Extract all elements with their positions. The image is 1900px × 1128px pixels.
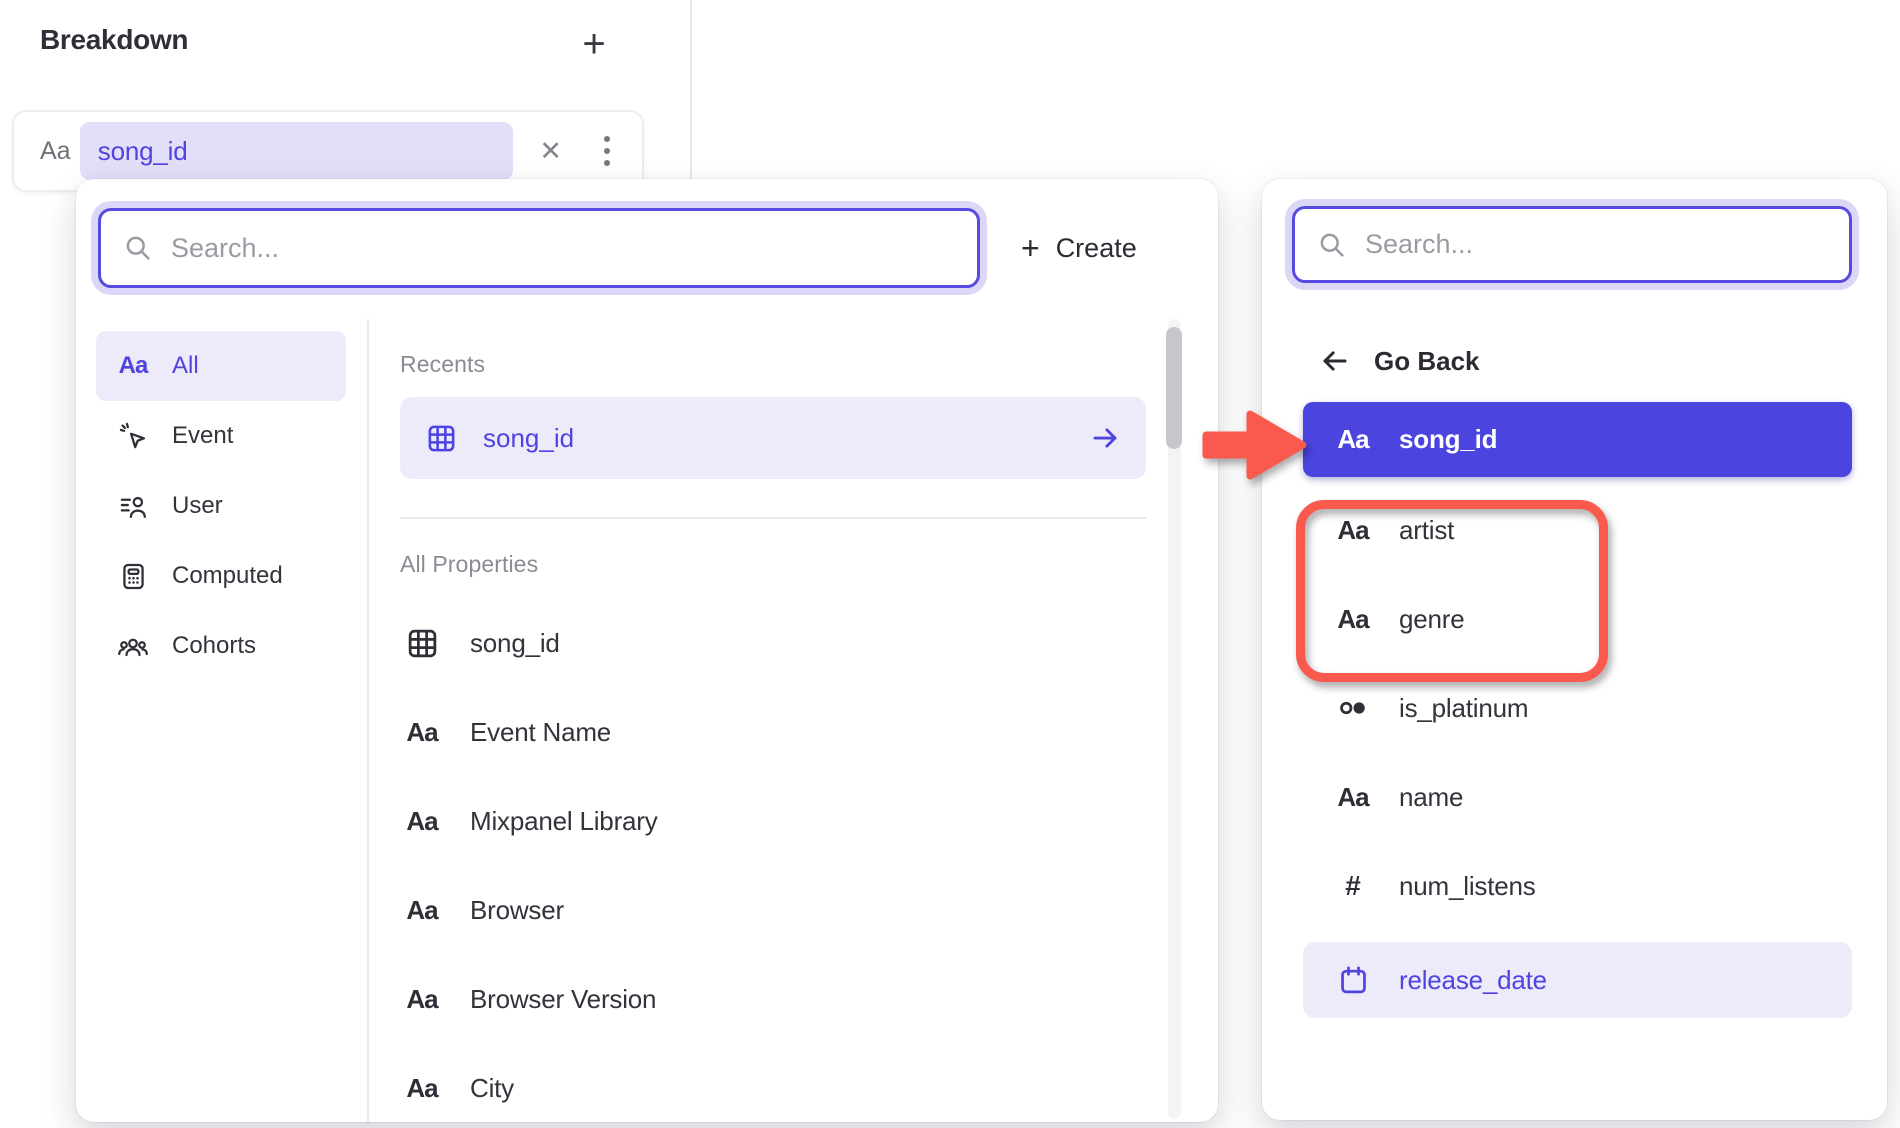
number-icon: # — [1333, 870, 1373, 902]
property-row-event-name[interactable]: Aa Event Name — [400, 688, 1146, 777]
recent-property-song-id[interactable]: song_id — [400, 397, 1146, 479]
remove-breakdown-button[interactable]: ✕ — [539, 136, 562, 167]
event-cursor-icon — [116, 422, 150, 451]
property-value-panel: Go Back Aa song_id Aa artist Aa genre is… — [1262, 179, 1887, 1120]
property-picker-panel: + Create Aa All Event User Computed — [76, 179, 1218, 1122]
text-type-icon: Aa — [400, 895, 444, 926]
category-tab-cohorts[interactable]: Cohorts — [96, 611, 346, 681]
breakdown-section-title: Breakdown — [40, 24, 188, 56]
property-row-browser[interactable]: Aa Browser — [400, 866, 1146, 955]
property-row-city[interactable]: Aa City — [400, 1044, 1146, 1122]
user-icon — [116, 492, 150, 521]
value-row-genre[interactable]: Aa genre — [1303, 584, 1852, 654]
grid-table-icon — [400, 627, 444, 660]
value-row-artist[interactable]: Aa artist — [1303, 495, 1852, 565]
value-row-is-platinum[interactable]: is_platinum — [1303, 673, 1852, 743]
category-content-divider — [367, 319, 369, 1122]
recents-section-header: Recents — [400, 351, 485, 378]
property-search-box — [98, 208, 980, 288]
grid-table-icon — [426, 423, 457, 454]
value-search-box — [1292, 206, 1852, 283]
search-icon — [123, 233, 153, 263]
text-type-icon: Aa — [400, 984, 444, 1015]
calculator-icon — [116, 562, 150, 591]
all-properties-list: song_id Aa Event Name Aa Mixpanel Librar… — [400, 599, 1146, 1122]
plus-icon: + — [1021, 230, 1040, 267]
chip-value-label: song_id — [98, 136, 188, 167]
property-row-mixpanel-library[interactable]: Aa Mixpanel Library — [400, 777, 1146, 866]
arrow-right-icon — [1090, 423, 1120, 453]
value-row-release-date[interactable]: release_date — [1303, 942, 1852, 1018]
go-back-button[interactable]: Go Back — [1320, 333, 1480, 389]
text-type-icon: Aa — [116, 352, 150, 380]
property-row-song-id[interactable]: song_id — [400, 599, 1146, 688]
breakdown-property-picker-screen: { "colors": { "accent": "#4f44e0", "sele… — [0, 0, 1900, 1128]
text-type-icon: Aa — [1333, 604, 1373, 635]
text-type-icon: Aa — [1333, 424, 1373, 455]
text-type-icon: Aa — [1333, 782, 1373, 813]
close-icon: ✕ — [539, 136, 562, 166]
arrow-left-icon — [1320, 346, 1350, 376]
breakdown-options-button[interactable] — [598, 130, 616, 172]
property-search-input[interactable] — [171, 233, 955, 264]
text-type-icon: Aa — [400, 1073, 444, 1104]
category-tab-computed[interactable]: Computed — [96, 541, 346, 611]
add-breakdown-button[interactable]: + — [568, 18, 620, 70]
value-row-song-id-selected[interactable]: Aa song_id — [1303, 402, 1852, 477]
value-search-input[interactable] — [1365, 229, 1827, 260]
text-type-icon: Aa — [400, 806, 444, 837]
plus-icon: + — [582, 22, 605, 67]
search-icon — [1317, 230, 1347, 260]
breakdown-chip-value[interactable]: song_id — [80, 122, 514, 180]
value-row-name[interactable]: Aa name — [1303, 762, 1852, 832]
category-tab-user[interactable]: User — [96, 471, 346, 541]
kebab-icon — [604, 136, 610, 142]
text-type-icon: Aa — [400, 717, 444, 748]
property-row-browser-version[interactable]: Aa Browser Version — [400, 955, 1146, 1044]
category-sidebar: Aa All Event User Computed Cohorts — [96, 331, 346, 681]
boolean-icon — [1333, 693, 1373, 723]
create-property-button[interactable]: + Create — [1021, 208, 1137, 288]
category-tab-event[interactable]: Event — [96, 401, 346, 471]
all-properties-section-header: All Properties — [400, 551, 538, 578]
scrollbar-thumb[interactable] — [1166, 327, 1182, 449]
text-type-icon: Aa — [1333, 515, 1373, 546]
people-icon — [116, 631, 150, 661]
calendar-icon — [1333, 965, 1373, 996]
text-type-icon: Aa — [40, 137, 74, 166]
category-tab-all[interactable]: Aa All — [96, 331, 346, 401]
section-divider — [400, 517, 1146, 519]
background-column-divider — [690, 0, 692, 182]
value-row-num-listens[interactable]: # num_listens — [1303, 851, 1852, 921]
